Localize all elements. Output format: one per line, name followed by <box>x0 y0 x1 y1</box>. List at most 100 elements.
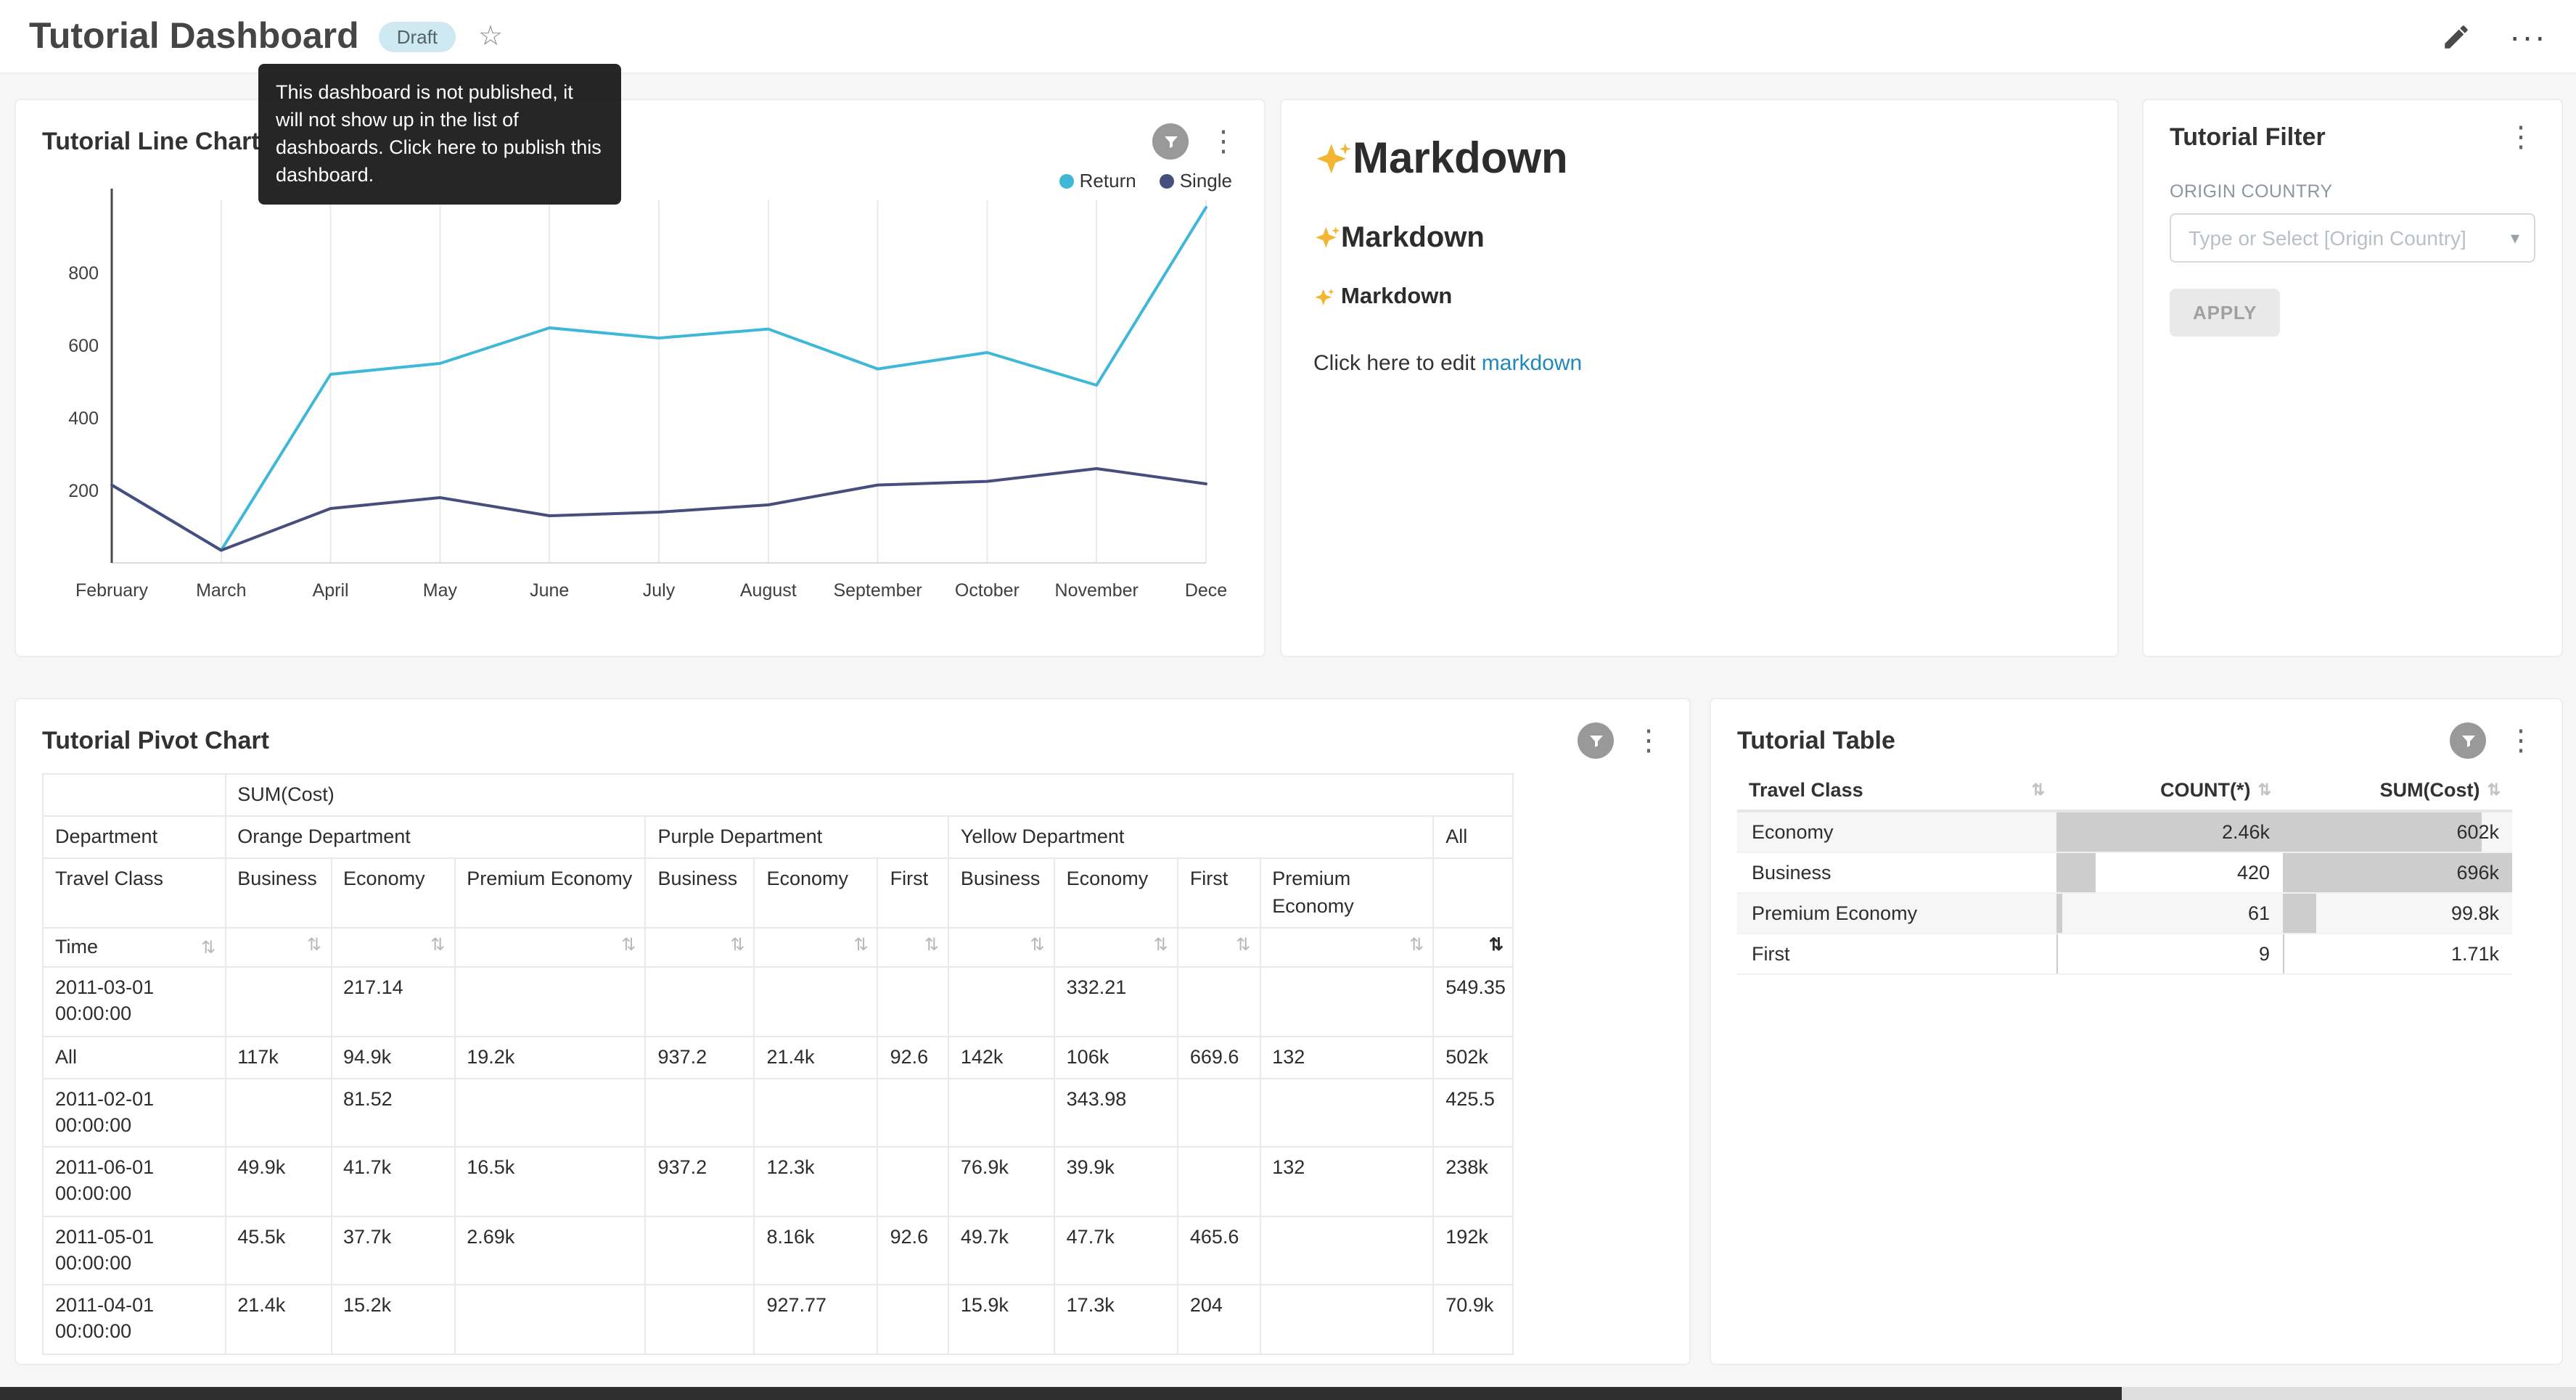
legend-item[interactable]: Return <box>1059 170 1136 192</box>
chart-title: Tutorial Line Chart <box>42 127 260 156</box>
pivot-cell: 19.2k <box>454 1036 645 1078</box>
filter-indicator-icon[interactable] <box>2450 722 2486 759</box>
pivot-cell: 81.52 <box>331 1079 454 1148</box>
pivot-sort-cell: ⇅ <box>1178 928 1260 967</box>
cell-value: 696k <box>2283 853 2512 892</box>
travel-class-cell: First <box>1737 934 2056 974</box>
svg-text:800: 800 <box>68 263 99 284</box>
pivot-cell: 343.98 <box>1054 1079 1178 1148</box>
pivot-cell <box>1178 1079 1260 1148</box>
pivot-sort-cell: ⇅ <box>225 928 331 967</box>
sort-icon[interactable]: ⇅ <box>1236 934 1250 955</box>
filter-indicator-icon[interactable] <box>1152 123 1189 160</box>
table-col-header[interactable]: SUM(Cost) ⇅ <box>2283 770 2512 811</box>
horizontal-scrollbar[interactable] <box>0 1387 2576 1400</box>
more-options-icon[interactable]: ··· <box>2509 29 2547 44</box>
dashboard-page: Tutorial Dashboard Draft ☆ ··· This dash… <box>0 0 2576 1400</box>
table-col-header[interactable]: COUNT(*)⇅ <box>2056 770 2283 811</box>
filter-indicator-icon[interactable] <box>1578 722 1614 759</box>
apply-button[interactable]: APPLY <box>2170 289 2280 337</box>
table-card: Tutorial Table ⋮ Travel Class⇅COUNT(*)⇅S… <box>1710 698 2563 1365</box>
sort-icon[interactable]: ⇅ <box>1409 934 1424 955</box>
header-actions: ··· <box>2441 21 2547 52</box>
svg-text:July: July <box>643 580 676 601</box>
sort-icon[interactable]: ⇅ <box>307 934 321 955</box>
sort-icon[interactable]: ⇅ <box>430 934 445 955</box>
svg-text:June: June <box>530 580 569 601</box>
chevron-down-icon: ▾ <box>2511 228 2519 248</box>
pivot-sort-cell: ⇅ <box>646 928 755 967</box>
sort-icon[interactable]: ⇅ <box>853 934 868 955</box>
kebab-menu-icon[interactable]: ⋮ <box>2506 123 2535 152</box>
pivot-col-header: Premium Economy <box>1260 859 1433 928</box>
sort-icon[interactable]: ⇅ <box>2487 781 2501 799</box>
markdown-edit-hint: Click here to edit markdown <box>1313 351 2085 376</box>
pivot-cell: 204 <box>1178 1285 1260 1354</box>
pivot-title: Tutorial Pivot Chart <box>42 726 269 755</box>
table-col-header[interactable]: Travel Class⇅ <box>1737 770 2056 811</box>
table-col-label: SUM(Cost) <box>2380 779 2480 801</box>
table-row: Economy2.46k602k <box>1737 811 2512 852</box>
pivot-cell <box>948 1079 1054 1148</box>
draft-tooltip: This dashboard is not published, it will… <box>258 64 621 204</box>
sort-icon[interactable]: ⇅ <box>2032 781 2045 799</box>
svg-text:Dece: Dece <box>1185 580 1227 601</box>
pivot-cell: 21.4k <box>225 1285 331 1354</box>
pivot-cell: 17.3k <box>1054 1285 1178 1354</box>
pivot-cell: 8.16k <box>754 1216 877 1285</box>
pivot-cell <box>646 967 755 1036</box>
svg-text:April: April <box>313 580 349 601</box>
pivot-chart-card: Tutorial Pivot Chart ⋮ SUM(Cost)Departme… <box>15 698 1691 1365</box>
svg-text:400: 400 <box>68 408 99 429</box>
legend-item[interactable]: Single <box>1160 170 1232 192</box>
pivot-cell <box>1260 1216 1433 1285</box>
pivot-measure-row: SUM(Cost) <box>43 774 1513 816</box>
sort-icon[interactable]: ⇅ <box>201 937 216 958</box>
pivot-col-header: Economy <box>1054 859 1178 928</box>
kebab-menu-icon[interactable]: ⋮ <box>2506 726 2535 755</box>
pivot-cell: 16.5k <box>454 1147 645 1216</box>
markdown-h2: Markdown <box>1313 222 2085 255</box>
kebab-menu-icon[interactable]: ⋮ <box>1209 127 1238 156</box>
card-header: Tutorial Table ⋮ <box>1711 699 2561 770</box>
pivot-cell: 937.2 <box>646 1147 755 1216</box>
cell-value: 2.46k <box>2056 812 2283 852</box>
sort-icon[interactable]: ⇅ <box>2258 781 2271 799</box>
markdown-edit-link[interactable]: markdown <box>1482 351 1582 376</box>
scrollbar-thumb[interactable] <box>0 1387 2122 1400</box>
pivot-cell: 92.6 <box>878 1216 948 1285</box>
pivot-cell: 45.5k <box>225 1216 331 1285</box>
sort-icon[interactable]: ⇅ <box>1154 934 1168 955</box>
cell-value: 61 <box>2056 894 2283 933</box>
pivot-group-header: Purple Department <box>646 816 948 858</box>
markdown-content[interactable]: Markdown Markdown Markdown Click here to… <box>1281 135 2117 376</box>
svg-text:600: 600 <box>68 336 99 356</box>
count-cell: 61 <box>2056 893 2283 934</box>
sort-icon[interactable]: ⇅ <box>1030 934 1045 955</box>
pivot-cell: 332.21 <box>1054 967 1178 1036</box>
pivot-cell <box>878 1147 948 1216</box>
sort-icon[interactable]: ⇅ <box>1489 934 1504 955</box>
pivot-cell <box>878 1285 948 1354</box>
pivot-cell <box>754 967 877 1036</box>
svg-text:March: March <box>196 580 246 601</box>
sort-icon[interactable]: ⇅ <box>730 934 745 955</box>
pivot-cell: 132 <box>1260 1147 1433 1216</box>
pivot-cell <box>948 967 1054 1036</box>
kebab-menu-icon[interactable]: ⋮ <box>1634 726 1663 755</box>
draft-badge[interactable]: Draft <box>380 21 455 52</box>
count-cell: 2.46k <box>2056 811 2283 852</box>
pivot-cell: 21.4k <box>754 1036 877 1078</box>
favorite-star-icon[interactable]: ☆ <box>478 20 503 53</box>
pivot-cell: 47.7k <box>1054 1216 1178 1285</box>
cell-value: 420 <box>2056 853 2283 892</box>
pivot-col-header: Business <box>646 859 755 928</box>
svg-text:September: September <box>833 580 922 601</box>
origin-country-select[interactable]: Type or Select [Origin Country] ▾ <box>2170 213 2535 263</box>
pivot-class-row: Travel ClassBusinessEconomyPremium Econo… <box>43 859 1513 928</box>
pivot-row-header: 2011-06-01 00:00:00 <box>43 1147 225 1216</box>
sort-icon[interactable]: ⇅ <box>621 934 636 955</box>
pivot-row: 2011-04-01 00:00:0021.4k15.2k927.7715.9k… <box>43 1285 1513 1354</box>
edit-pencil-icon[interactable] <box>2441 21 2472 52</box>
sort-icon[interactable]: ⇅ <box>924 934 939 955</box>
